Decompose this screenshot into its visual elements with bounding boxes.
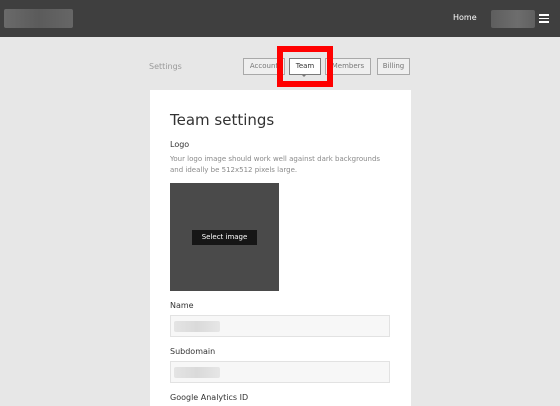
subdomain-field[interactable] <box>170 361 390 383</box>
logo-help-text: Your logo image should work well against… <box>170 155 381 174</box>
name-label: Name <box>170 301 194 310</box>
tab-billing[interactable]: Billing <box>377 58 410 75</box>
redacted-value <box>174 321 220 332</box>
tab-members[interactable]: Members <box>325 58 371 75</box>
active-tab-caret-icon <box>301 74 307 77</box>
hamburger-menu-icon[interactable] <box>539 14 549 23</box>
logo-preview: Select image <box>170 183 279 291</box>
page-title: Team settings <box>170 111 275 129</box>
logo-label: Logo <box>170 140 190 149</box>
home-link[interactable]: Home <box>453 13 477 22</box>
menu-line <box>539 14 549 16</box>
settings-section-label: Settings <box>149 62 182 71</box>
tab-account[interactable]: Account <box>243 58 285 75</box>
subdomain-label: Subdomain <box>170 347 216 356</box>
menu-line <box>539 17 549 20</box>
redacted-value <box>174 367 220 378</box>
select-image-button[interactable]: Select image <box>192 230 257 245</box>
name-field[interactable] <box>170 315 390 337</box>
team-settings-card: Team settings Logo Your logo image shoul… <box>150 90 411 406</box>
menu-line <box>539 21 549 23</box>
app-logo[interactable] <box>4 9 73 28</box>
tab-team[interactable]: Team <box>289 58 321 75</box>
google-analytics-label: Google Analytics ID <box>170 393 249 402</box>
top-navigation-bar: Home <box>0 0 560 37</box>
user-account-name[interactable] <box>491 10 535 28</box>
